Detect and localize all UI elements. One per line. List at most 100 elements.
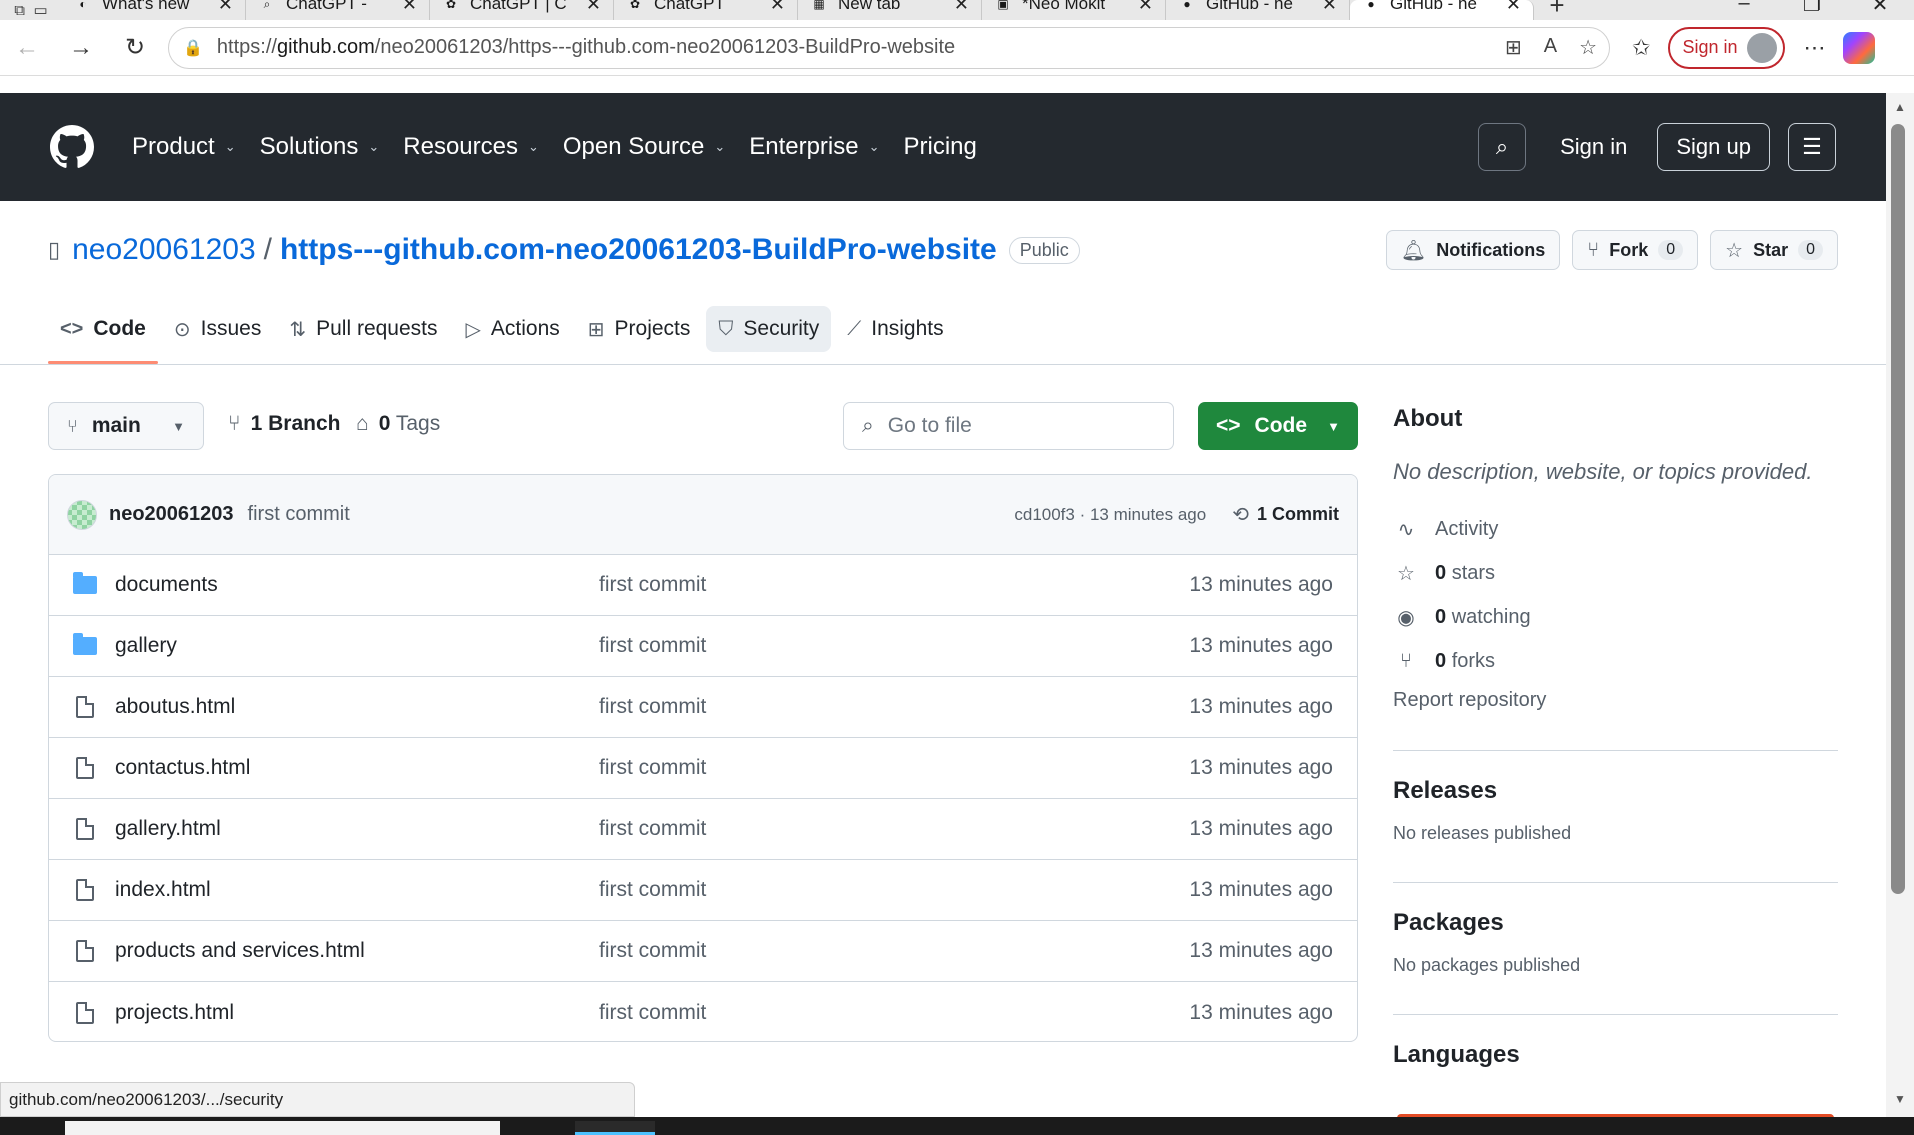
favorites-icon[interactable]: ✩ xyxy=(1632,35,1650,61)
close-tab-icon[interactable]: ✕ xyxy=(954,0,969,15)
lock-icon[interactable]: 🔒 xyxy=(183,38,203,58)
browser-tab[interactable]: ● GitHub - ne ✕ xyxy=(1350,0,1534,20)
file-age: 13 minutes ago xyxy=(1189,878,1333,901)
file-commit-message[interactable]: first commit xyxy=(599,695,706,719)
file-name-link[interactable]: contactus.html xyxy=(115,756,599,780)
watching-link[interactable]: ◉ 0 watching xyxy=(1393,595,1838,639)
forward-button[interactable]: → xyxy=(54,28,108,68)
scroll-up-icon[interactable]: ▲ xyxy=(1888,100,1912,114)
browser-tab[interactable]: ✿ ChatGPT | C ✕ xyxy=(430,0,614,20)
repo-name-link[interactable]: https---github.com-neo20061203-BuildPro-… xyxy=(280,233,997,267)
browser-tab[interactable]: ● GitHub - ne ✕ xyxy=(1166,0,1350,20)
nav-item-open-source[interactable]: Open Source ⌄ xyxy=(563,133,725,161)
url-field[interactable]: 🔒 https://github.com/neo20061203/https--… xyxy=(168,26,1610,69)
star-button[interactable]: ☆ Star 0 xyxy=(1710,230,1838,270)
nav-item-resources[interactable]: Resources ⌄ xyxy=(403,133,539,161)
nav-item-enterprise[interactable]: Enterprise ⌄ xyxy=(749,133,879,161)
releases-heading[interactable]: Releases xyxy=(1393,777,1838,805)
packages-heading[interactable]: Packages xyxy=(1393,909,1838,937)
activity-link[interactable]: ∿ Activity xyxy=(1393,507,1838,551)
restore-icon[interactable]: ❐ xyxy=(1778,0,1846,20)
file-name-link[interactable]: projects.html xyxy=(115,1001,599,1025)
close-window-icon[interactable]: ✕ xyxy=(1846,0,1914,20)
taskbar-app-edge[interactable] xyxy=(575,1121,655,1135)
nav-item-solutions[interactable]: Solutions ⌄ xyxy=(260,133,380,161)
nav-item-pricing[interactable]: Pricing xyxy=(904,133,977,161)
repo-owner-link[interactable]: neo20061203 xyxy=(72,233,256,267)
signin-link[interactable]: Sign in xyxy=(1560,134,1627,160)
author-avatar[interactable] xyxy=(67,499,97,530)
file-name-link[interactable]: documents xyxy=(115,573,599,597)
tab-issues[interactable]: ⊙ Issues xyxy=(162,306,273,352)
close-tab-icon[interactable]: ✕ xyxy=(770,0,785,15)
forks-link[interactable]: ⑂ 0 forks xyxy=(1393,639,1838,683)
minimize-icon[interactable]: – xyxy=(1710,0,1778,20)
file-name-link[interactable]: products and services.html xyxy=(115,939,599,963)
code-dropdown-button[interactable]: <> Code ▼ xyxy=(1198,402,1358,450)
browser-tab[interactable]: ✿ ChatGPT ✕ xyxy=(614,0,798,20)
tab-actions[interactable]: ▷ Actions xyxy=(454,306,572,352)
report-repository-link[interactable]: Report repository xyxy=(1393,689,1838,712)
go-to-file-input[interactable]: ⌕ Go to file xyxy=(843,402,1174,450)
tab-projects[interactable]: ⊞ Projects xyxy=(576,306,703,352)
sliders-icon: ☰ xyxy=(1802,134,1822,159)
notifications-button[interactable]: 🔔︎ Notifications xyxy=(1385,230,1561,270)
app-available-icon[interactable]: ⊞ xyxy=(1505,35,1522,60)
browser-tab[interactable]: ▦ New tab ✕ xyxy=(798,0,982,20)
close-tab-icon[interactable]: ✕ xyxy=(1322,0,1337,15)
commit-message[interactable]: first commit xyxy=(248,503,350,526)
file-commit-message[interactable]: first commit xyxy=(599,634,706,658)
tab-label: Insights xyxy=(871,317,944,340)
scrollbar-thumb[interactable] xyxy=(1891,124,1905,894)
read-aloud-icon[interactable]: A xyxy=(1544,35,1557,60)
tab-actions-icon[interactable]: ▭ xyxy=(34,1,48,19)
branches-link[interactable]: ⑂ 1 Branch xyxy=(228,412,341,436)
file-name-link[interactable]: aboutus.html xyxy=(115,695,599,719)
copilot-icon[interactable] xyxy=(1843,31,1876,64)
refresh-button[interactable]: ↻ xyxy=(108,28,162,68)
close-tab-icon[interactable]: ✕ xyxy=(1506,0,1521,15)
tags-link[interactable]: ⌂ 0 Tags xyxy=(356,412,440,436)
file-commit-message[interactable]: first commit xyxy=(599,878,706,902)
signup-button[interactable]: Sign up xyxy=(1657,123,1770,171)
close-tab-icon[interactable]: ✕ xyxy=(586,0,601,15)
nav-item-product[interactable]: Product ⌄ xyxy=(132,133,236,161)
commit-author[interactable]: neo20061203 xyxy=(109,503,234,526)
branch-selector[interactable]: ⑂ main ▼ xyxy=(48,402,204,450)
tab-insights[interactable]: ⟋ Insights xyxy=(835,306,955,352)
file-commit-message[interactable]: first commit xyxy=(599,573,706,597)
file-commit-message[interactable]: first commit xyxy=(599,939,706,963)
file-name-link[interactable]: gallery xyxy=(115,634,599,658)
file-commit-message[interactable]: first commit xyxy=(599,1001,706,1025)
new-tab-button[interactable]: + xyxy=(1534,0,1580,20)
workspaces-icon[interactable]: ⧉ xyxy=(14,2,25,19)
tab-pull-requests[interactable]: ⇅ Pull requests xyxy=(277,306,449,352)
favorite-star-icon[interactable]: ☆ xyxy=(1579,35,1597,60)
commits-link[interactable]: ⟲ 1 Commit xyxy=(1232,502,1339,527)
close-tab-icon[interactable]: ✕ xyxy=(402,0,417,15)
fork-button[interactable]: ⑂ Fork 0 xyxy=(1572,230,1699,270)
more-icon[interactable]: ⋯ xyxy=(1803,35,1825,61)
browser-workspace-icons[interactable]: ⧉ ▭ xyxy=(0,0,62,20)
stars-link[interactable]: ☆ 0 stars xyxy=(1393,551,1838,595)
file-name-link[interactable]: index.html xyxy=(115,878,599,902)
search-button[interactable]: ⌕ xyxy=(1478,123,1527,171)
browser-tab[interactable]: ◐ What's new ✕ xyxy=(62,0,246,20)
close-tab-icon[interactable]: ✕ xyxy=(218,0,233,15)
browser-tab[interactable]: ⌕ ChatGPT - ✕ xyxy=(246,0,430,20)
taskbar-search[interactable] xyxy=(65,1121,500,1135)
tab-code[interactable]: <> Code xyxy=(48,306,158,352)
file-commit-message[interactable]: first commit xyxy=(599,817,706,841)
browser-tab[interactable]: ▣ *Neo Mokit ✕ xyxy=(982,0,1166,20)
github-logo-icon[interactable] xyxy=(50,125,94,169)
commit-hash-age[interactable]: cd100f3 · 13 minutes ago xyxy=(1014,505,1206,525)
file-name-link[interactable]: gallery.html xyxy=(115,817,599,841)
stars-text: 0 stars xyxy=(1435,561,1496,584)
settings-menu-button[interactable]: ☰ xyxy=(1788,123,1836,171)
file-commit-message[interactable]: first commit xyxy=(599,756,706,780)
scroll-down-icon[interactable]: ▼ xyxy=(1888,1092,1912,1106)
tab-security[interactable]: ⛉ Security xyxy=(706,306,832,352)
browser-signin-button[interactable]: Sign in xyxy=(1668,26,1786,69)
back-button[interactable]: ← xyxy=(0,28,54,68)
close-tab-icon[interactable]: ✕ xyxy=(1138,0,1153,15)
